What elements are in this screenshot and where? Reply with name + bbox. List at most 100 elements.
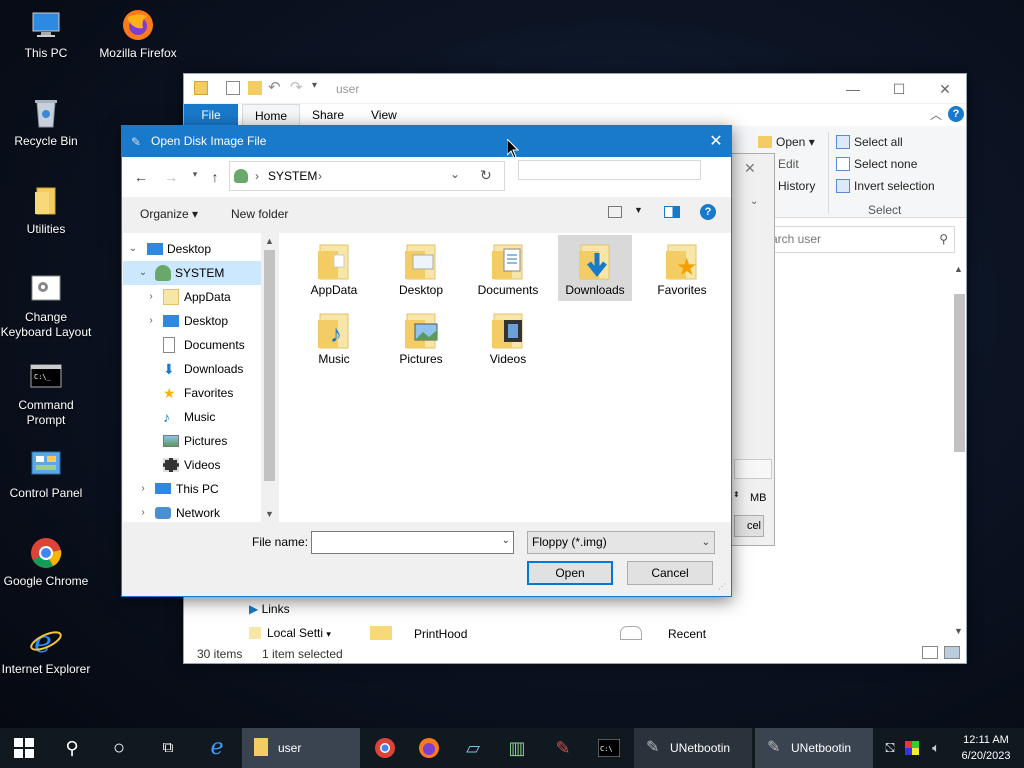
file-item-desktop[interactable]: Desktop — [384, 235, 458, 301]
ribbon-history-button[interactable]: History — [778, 179, 815, 193]
tree-item-favorites[interactable]: ★ Favorites — [123, 381, 278, 405]
taskbar-app-explorer[interactable]: user — [242, 728, 360, 768]
list-item-printhood[interactable]: PrintHood — [370, 626, 467, 641]
redo-icon[interactable]: ↷ — [290, 78, 303, 96]
tree-item-this-pc[interactable]: › This PC — [123, 477, 278, 501]
taskbar-app-unetbootin-1[interactable]: ✎ UNetbootin — [634, 728, 752, 768]
tree-item-pictures[interactable]: Pictures — [123, 429, 278, 453]
tree-item-downloads[interactable]: ⬇ Downloads — [123, 357, 278, 381]
refresh-icon[interactable]: ↻ — [480, 167, 492, 184]
input-field[interactable] — [734, 459, 772, 479]
firefox-taskbar-icon[interactable] — [407, 728, 451, 768]
expand-chevron-icon[interactable]: › — [145, 309, 157, 333]
tree-item-videos[interactable]: Videos — [123, 453, 278, 477]
resize-grip-icon[interactable]: ⋰ — [718, 582, 726, 591]
scroll-down-arrow[interactable]: ▼ — [954, 626, 963, 636]
dialog-titlebar[interactable]: ✎ Open Disk Image File ✕ — [122, 126, 731, 157]
expand-chevron-icon[interactable]: › — [137, 501, 149, 522]
desktop-icon-this-pc[interactable]: This PC — [0, 8, 92, 61]
file-type-filter-select[interactable]: Floppy (*.img) ⌄ — [527, 531, 715, 554]
desktop-icon-keyboard-layout[interactable]: Change Keyboard Layout — [0, 272, 92, 340]
volume-muted-icon[interactable]: 🔈︎ — [914, 728, 958, 768]
scroll-down-arrow[interactable]: ▼ — [261, 506, 278, 522]
notepad-taskbar-icon[interactable]: ▱ — [451, 728, 495, 768]
change-view-icon[interactable] — [608, 206, 622, 218]
new-folder-icon[interactable] — [248, 81, 262, 95]
help-icon[interactable]: ? — [948, 106, 964, 122]
explorer-search-input[interactable]: arch user ⚲ — [764, 226, 955, 253]
list-item-recent[interactable]: Recent — [620, 626, 706, 641]
dialog-search-input[interactable] — [518, 160, 701, 180]
tab-share[interactable]: Share — [300, 104, 356, 126]
forward-arrow-icon[interactable]: → — [161, 169, 181, 185]
file-name-input[interactable]: ⌄ — [311, 531, 514, 554]
view-dropdown-chevron-icon[interactable]: ▼ — [634, 205, 643, 215]
file-item-downloads[interactable]: Downloads — [558, 235, 632, 301]
internet-explorer-taskbar-icon[interactable]: e — [195, 728, 239, 768]
close-icon[interactable]: ✕ — [701, 126, 731, 157]
file-item-appdata[interactable]: AppData — [297, 235, 371, 301]
organize-button[interactable]: Organize ▾ — [140, 207, 198, 221]
maximize-button[interactable]: ☐ — [876, 74, 922, 104]
collapse-chevron-icon[interactable]: ⌄ — [127, 237, 139, 261]
tree-item-desktop-sub[interactable]: › Desktop — [123, 309, 278, 333]
task-view-icon[interactable]: ⧉ — [146, 728, 190, 768]
chrome-taskbar-icon[interactable] — [363, 728, 407, 768]
tab-view[interactable]: View — [359, 104, 409, 126]
back-arrow-icon[interactable]: ← — [131, 169, 151, 185]
desktop-icon-recycle-bin[interactable]: Recycle Bin — [0, 96, 92, 149]
ribbon-open-button[interactable]: Open ▾ — [758, 135, 815, 149]
help-icon[interactable]: ? — [700, 204, 716, 220]
file-list[interactable]: AppData Desktop Documents Downloads ★ Fa… — [279, 233, 731, 522]
tree-item-desktop[interactable]: ⌄ Desktop — [123, 237, 278, 261]
explorer-scrollbar-thumb[interactable] — [954, 294, 965, 452]
tree-item-documents[interactable]: Documents — [123, 333, 278, 357]
open-button[interactable]: Open — [527, 561, 613, 585]
file-item-pictures[interactable]: Pictures — [384, 304, 458, 370]
undo-icon[interactable]: ↶ — [268, 78, 281, 96]
scroll-up-arrow[interactable]: ▲ — [261, 233, 278, 249]
spreadsheet-taskbar-icon[interactable]: ▥ — [495, 728, 539, 768]
chevron-down-icon[interactable]: ⌄ — [502, 535, 510, 546]
tab-home[interactable]: Home — [242, 104, 301, 126]
large-icons-view-icon[interactable] — [944, 646, 960, 659]
breadcrumb-system[interactable]: SYSTEM — [268, 169, 317, 183]
collapse-ribbon-icon[interactable]: ︿ — [930, 106, 942, 123]
taskbar-clock[interactable]: 12:11 AM 6/20/2023 — [954, 732, 1018, 764]
tree-item-appdata[interactable]: › AppData — [123, 285, 278, 309]
open-disk-image-dialog[interactable]: ✎ Open Disk Image File ✕ ← → ▾ ↑ › SYSTE… — [121, 125, 732, 597]
cancel-button-partial[interactable]: cel — [734, 515, 764, 537]
expand-chevron-icon[interactable]: › — [145, 285, 157, 309]
ribbon-select-all-button[interactable]: Select all — [836, 135, 903, 149]
up-arrow-icon[interactable]: ↑ — [205, 169, 225, 185]
tree-item-network[interactable]: › Network — [123, 501, 278, 522]
desktop-icon-internet-explorer[interactable]: e Internet Explorer — [0, 624, 92, 677]
address-dropdown-chevron-icon[interactable]: ⌄ — [450, 167, 460, 181]
ribbon-invert-selection-button[interactable]: Invert selection — [836, 179, 935, 193]
command-prompt-taskbar-icon[interactable]: C:\ — [587, 728, 631, 768]
tree-item-system[interactable]: ⌄ SYSTEM — [123, 261, 278, 285]
taskbar-app-unetbootin-2[interactable]: ✎ UNetbootin — [755, 728, 873, 768]
file-item-documents[interactable]: Documents — [471, 235, 545, 301]
navigation-tree[interactable]: ⌄ Desktop ⌄ SYSTEM › AppData › Desktop D… — [123, 233, 278, 522]
address-bar[interactable]: › SYSTEM › ⌄ ↻ — [229, 161, 505, 191]
minimize-button[interactable]: — — [830, 74, 876, 104]
search-icon[interactable]: ⚲ — [50, 728, 94, 768]
dropdown-chevron-icon[interactable]: ⌄ — [750, 196, 758, 207]
preview-pane-icon[interactable] — [664, 206, 680, 218]
ribbon-edit-button[interactable]: Edit — [778, 157, 799, 171]
scroll-up-arrow[interactable]: ▲ — [954, 264, 963, 274]
start-button-windows-icon[interactable] — [2, 728, 46, 768]
paint-taskbar-icon[interactable]: ✎ — [541, 728, 585, 768]
tree-item-music[interactable]: ♪ Music — [123, 405, 278, 429]
tree-scrollbar-thumb[interactable] — [264, 250, 275, 481]
desktop-icon-control-panel[interactable]: Control Panel — [0, 448, 92, 501]
expand-chevron-icon[interactable]: › — [137, 477, 149, 501]
close-button[interactable]: ✕ — [922, 74, 968, 104]
cancel-button[interactable]: Cancel — [627, 561, 713, 585]
nav-item-links[interactable]: ▶ Links — [249, 602, 290, 616]
cortana-icon[interactable]: ○ — [97, 728, 141, 768]
desktop-icon-chrome[interactable]: Google Chrome — [0, 536, 92, 589]
quick-access-dropdown-icon[interactable]: ▾ — [312, 80, 317, 91]
collapse-chevron-icon[interactable]: ⌄ — [137, 261, 149, 285]
